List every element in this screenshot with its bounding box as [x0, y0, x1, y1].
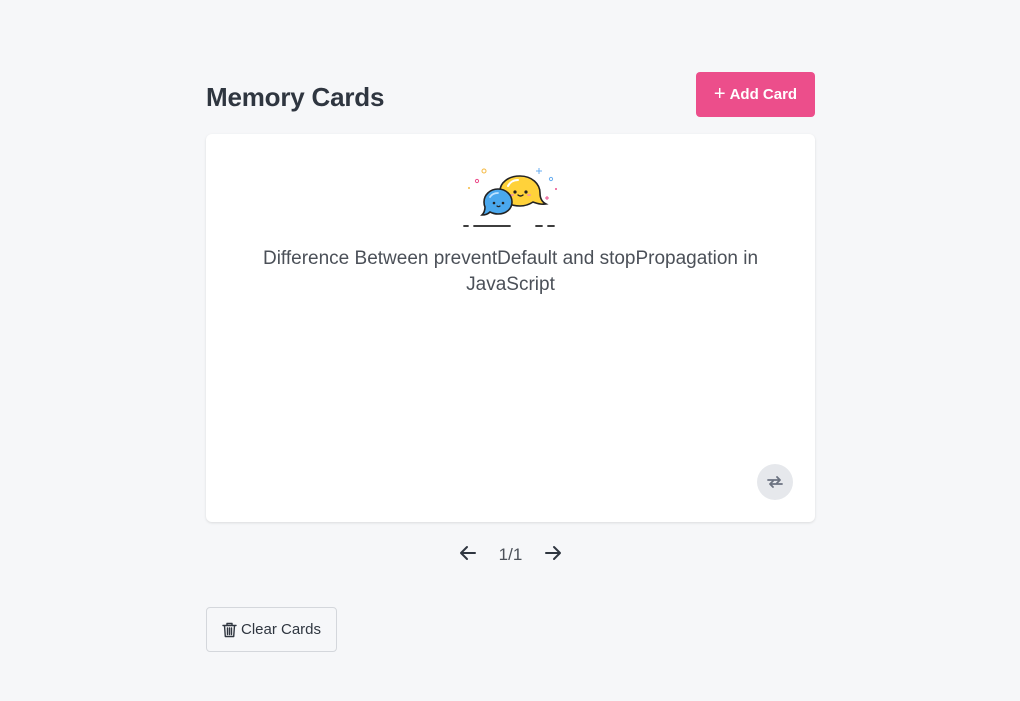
arrow-left-icon — [459, 546, 476, 560]
trash-icon — [222, 622, 237, 637]
add-card-label: Add Card — [729, 86, 798, 103]
add-card-button[interactable]: + Add Card — [696, 72, 815, 117]
header: Memory Cards + Add Card — [206, 72, 815, 117]
next-card-button[interactable] — [538, 538, 568, 568]
card-question: Difference Between preventDefault and st… — [262, 248, 759, 295]
memory-cards-app: Memory Cards + Add Card Difference Betwe… — [206, 72, 815, 652]
clear-cards-button[interactable]: Clear Cards — [206, 607, 337, 652]
card-counter: 1/1 — [498, 544, 523, 564]
memory-card[interactable]: Difference Between preventDefault and st… — [206, 134, 815, 522]
flip-icon — [767, 476, 783, 488]
plus-icon: + — [713, 82, 726, 105]
chat-bubbles-illustration — [463, 168, 557, 227]
flip-card-button[interactable] — [757, 464, 793, 500]
clear-cards-label: Clear Cards — [240, 621, 322, 638]
page-title: Memory Cards — [206, 82, 385, 112]
prev-card-button[interactable] — [453, 538, 483, 568]
arrow-right-icon — [545, 546, 562, 560]
card-pager: 1/1 — [206, 538, 815, 568]
